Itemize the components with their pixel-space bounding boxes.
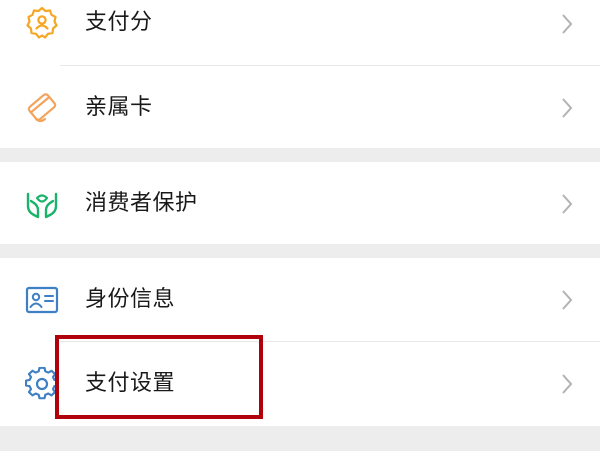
list-item-payment-settings[interactable]: 支付设置	[0, 342, 600, 426]
wallet-settings-list: 支付分 亲属卡 消费者保护 身份信息 支付设置	[0, 0, 600, 451]
payscore-badge-icon	[26, 6, 58, 39]
payment-settings-label: 支付设置	[85, 371, 176, 396]
payscore-label: 支付分	[85, 10, 153, 35]
chevron-right-icon	[562, 374, 573, 394]
chevron-right-icon	[562, 194, 573, 214]
chevron-right-icon	[562, 14, 573, 34]
family-card-label: 亲属卡	[85, 95, 153, 120]
list-item-identity-info[interactable]: 身份信息	[0, 258, 600, 341]
consumer-protection-hands-icon	[26, 192, 58, 219]
group-identity-settings: 身份信息 支付设置	[0, 258, 600, 426]
identity-info-label: 身份信息	[85, 287, 176, 312]
gear-icon	[25, 367, 59, 400]
group-payscore-family: 支付分 亲属卡	[0, 0, 600, 148]
list-item-family-card[interactable]: 亲属卡	[0, 66, 600, 148]
consumer-protection-label: 消费者保护	[85, 191, 198, 216]
group-consumer-protection: 消费者保护	[0, 162, 600, 244]
id-card-icon	[25, 286, 59, 314]
list-item-consumer-protection[interactable]: 消费者保护	[0, 162, 600, 244]
chevron-right-icon	[562, 290, 573, 310]
list-item-payscore[interactable]: 支付分	[0, 0, 600, 65]
chevron-right-icon	[562, 98, 573, 118]
family-card-icon	[27, 93, 57, 123]
